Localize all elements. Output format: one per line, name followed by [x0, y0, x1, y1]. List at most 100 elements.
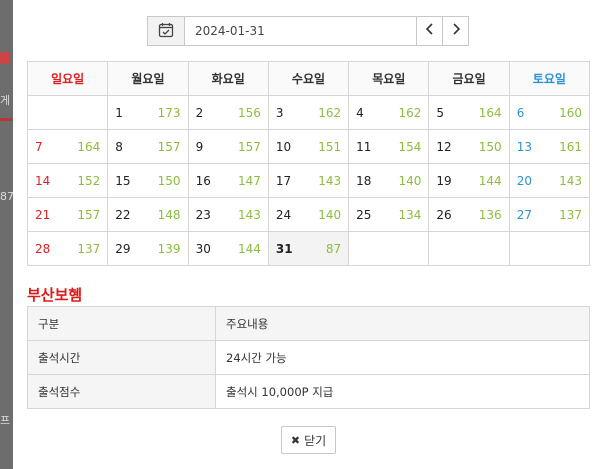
day-number: 22 — [115, 207, 131, 222]
calendar-day-cell: 6 160 — [508, 95, 591, 130]
attendance-count: 136 — [478, 207, 502, 222]
day-number: 16 — [195, 173, 211, 188]
calendar-week-row: 28 137 29 139 30 144 31 87 — [26, 231, 591, 266]
calendar-day-cell: 14 152 — [26, 163, 109, 198]
date-picker: 2024-01-31 — [147, 16, 469, 46]
info-header-category: 구분 — [27, 306, 216, 341]
prev-month-button[interactable] — [417, 16, 443, 46]
calendar-day-cell: 24 140 — [267, 197, 350, 232]
day-number: 14 — [35, 173, 51, 188]
attendance-count: 151 — [318, 139, 342, 154]
attendance-count: 143 — [559, 173, 582, 188]
day-number: 10 — [275, 139, 292, 154]
attendance-calendar: 일요일 월요일 화요일 수요일 목요일 금요일 토요일 1 173 2 156 3 162 4 162 5 1… — [26, 61, 591, 266]
chevron-left-icon — [425, 23, 435, 39]
day-number: 1 — [115, 105, 123, 120]
attendance-count: 160 — [559, 105, 582, 120]
info-header-content: 주요내용 — [215, 306, 590, 341]
day-number: 24 — [275, 207, 292, 222]
calendar-week-row: 1 173 2 156 3 162 4 162 5 164 6 160 — [26, 95, 591, 130]
calendar-day-cell: 20 143 — [508, 163, 591, 198]
day-number: 29 — [115, 241, 131, 256]
calendar-button[interactable] — [147, 16, 184, 46]
attendance-count: 157 — [237, 139, 261, 154]
calendar-day-cell: 5 164 — [428, 95, 510, 130]
calendar-day-cell: 9 157 — [187, 129, 269, 164]
calendar-day-cell: 31 87 — [267, 231, 350, 266]
attendance-count: 162 — [398, 105, 422, 120]
day-number: 13 — [516, 139, 532, 154]
day-number: 5 — [436, 105, 445, 120]
calendar-day-cell: 23 143 — [187, 197, 269, 232]
calendar-day-cell: 17 143 — [267, 163, 350, 198]
weekday-header: 목요일 — [348, 61, 430, 96]
calendar-day-cell: 2 156 — [187, 95, 269, 130]
calendar-day-cell: 13 161 — [508, 129, 591, 164]
day-number: 27 — [516, 207, 532, 222]
day-number: 4 — [356, 105, 364, 120]
attendance-count: 139 — [157, 241, 181, 256]
next-month-button[interactable] — [443, 16, 469, 46]
calendar-day-cell: 22 148 — [107, 197, 189, 232]
day-number: 3 — [275, 105, 284, 120]
attendance-count: 173 — [157, 105, 181, 120]
calendar-day-cell: 27 137 — [508, 197, 591, 232]
calendar-check-icon — [158, 22, 174, 41]
calendar-day-cell: 19 144 — [428, 163, 510, 198]
attendance-count: 144 — [478, 173, 502, 188]
calendar-day-cell: 30 144 — [187, 231, 269, 266]
weekday-header: 수요일 — [267, 61, 350, 96]
info-row-value: 출석시 10,000P 지급 — [215, 374, 590, 409]
day-number: 15 — [115, 173, 131, 188]
close-button-label: 닫기 — [304, 433, 327, 448]
day-number: 26 — [436, 207, 452, 222]
date-input[interactable]: 2024-01-31 — [184, 16, 417, 46]
weekday-header: 토요일 — [508, 61, 591, 96]
weekday-header-row: 일요일 월요일 화요일 수요일 목요일 금요일 토요일 — [26, 61, 591, 96]
info-row: 출석점수 출석시 10,000P 지급 — [27, 374, 590, 409]
day-number: 19 — [436, 173, 452, 188]
day-number: 28 — [35, 241, 51, 256]
attendance-count: 157 — [77, 207, 101, 222]
calendar-day-cell: 21 157 — [26, 197, 109, 232]
attendance-count: 148 — [157, 207, 181, 222]
info-row: 출석시간 24시간 가능 — [27, 340, 590, 375]
day-number: 25 — [356, 207, 372, 222]
attendance-count: 164 — [77, 139, 101, 154]
attendance-count: 162 — [318, 105, 342, 120]
day-number: 21 — [35, 207, 51, 222]
calendar-week-row: 14 152 15 150 16 147 17 143 18 140 19 144 20 143 — [26, 163, 591, 198]
calendar-week-row: 7 164 8 157 9 157 10 151 11 154 12 150 13 161 — [26, 129, 591, 164]
attendance-count: 87 — [325, 241, 342, 256]
day-number: 31 — [275, 241, 293, 256]
background-text: 게 — [0, 94, 11, 107]
attendance-count: 137 — [77, 241, 101, 256]
day-number: 18 — [356, 173, 372, 188]
calendar-day-cell: 12 150 — [428, 129, 510, 164]
calendar-empty-cell — [348, 231, 430, 266]
calendar-day-cell: 3 162 — [267, 95, 350, 130]
attendance-count: 161 — [559, 139, 582, 154]
day-number: 17 — [275, 173, 292, 188]
weekday-header: 화요일 — [187, 61, 269, 96]
calendar-day-cell: 26 136 — [428, 197, 510, 232]
day-number: 20 — [516, 173, 532, 188]
attendance-count: 143 — [237, 207, 261, 222]
attendance-count: 147 — [237, 173, 261, 188]
calendar-day-cell: 29 139 — [107, 231, 189, 266]
close-button[interactable]: ✖ 닫기 — [281, 426, 336, 454]
attendance-count: 164 — [478, 105, 502, 120]
calendar-day-cell: 4 162 — [348, 95, 430, 130]
calendar-day-cell: 28 137 — [26, 231, 109, 266]
calendar-day-cell: 11 154 — [348, 129, 430, 164]
calendar-empty-cell — [508, 231, 591, 266]
attendance-count: 137 — [559, 207, 582, 222]
close-icon: ✖ — [290, 433, 301, 447]
day-number: 9 — [195, 139, 204, 154]
background-logo — [0, 52, 10, 64]
info-table: 구분 주요내용 출석시간 24시간 가능 출석점수 출석시 10,000P 지급 — [27, 306, 590, 409]
calendar-empty-cell — [428, 231, 510, 266]
background-text: 87 — [0, 190, 14, 203]
calendar-day-cell: 1 173 — [107, 95, 189, 130]
calendar-day-cell: 16 147 — [187, 163, 269, 198]
